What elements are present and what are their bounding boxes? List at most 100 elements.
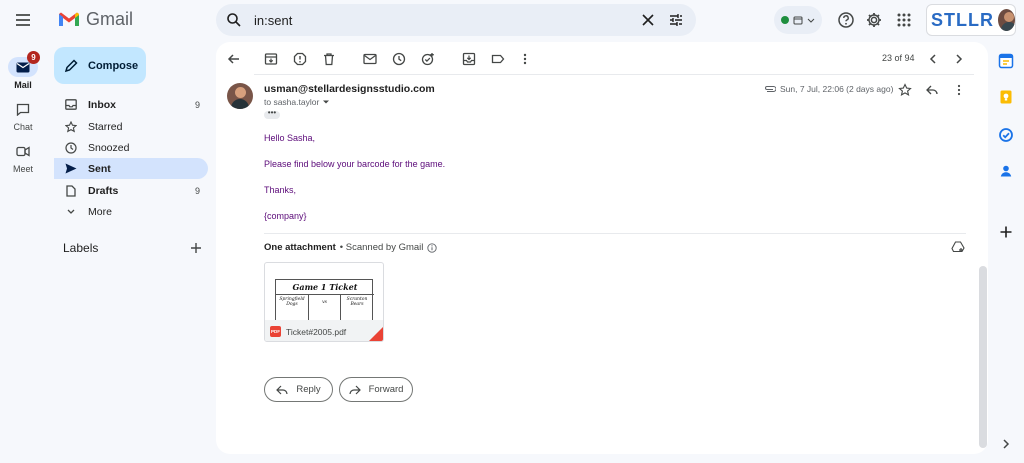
contacts-icon[interactable] bbox=[998, 163, 1014, 179]
settings-gear-icon[interactable] bbox=[864, 10, 884, 30]
date-text: Sun, 7 Jul, 22:06 (2 days ago) bbox=[780, 84, 894, 94]
message-pager: 23 of 94 bbox=[882, 53, 915, 63]
nav-item-label: Inbox bbox=[88, 98, 116, 111]
rail-meet-label: Meet bbox=[12, 164, 33, 174]
message-scrollbar[interactable] bbox=[979, 266, 987, 448]
nav-item-label: Drafts bbox=[88, 184, 119, 197]
body-line: Please find below your barcode for the g… bbox=[264, 159, 446, 169]
nav-item-starred[interactable]: Starred bbox=[54, 116, 208, 137]
scanned-note: • Scanned by Gmail bbox=[339, 242, 424, 253]
add-label-icon[interactable] bbox=[189, 241, 203, 255]
pencil-icon bbox=[64, 58, 78, 73]
attachment-card[interactable]: Game 1 Ticket Springfield Dogs vs Scrant… bbox=[264, 262, 384, 342]
toolbar-divider bbox=[254, 74, 974, 75]
inbox-count: 9 bbox=[194, 99, 200, 110]
rail-chat[interactable]: Chat bbox=[0, 99, 46, 132]
brand-logo: STLLR bbox=[931, 9, 994, 30]
compose-button[interactable]: Compose bbox=[54, 47, 146, 84]
gmail-logo[interactable]: Gmail bbox=[58, 9, 133, 30]
report-spam-icon[interactable] bbox=[292, 51, 308, 67]
body-line: Thanks, bbox=[264, 185, 297, 195]
active-status-dot bbox=[781, 16, 789, 24]
reply-label: Reply bbox=[296, 384, 321, 395]
attachment-divider bbox=[264, 233, 966, 234]
clear-search-icon[interactable] bbox=[640, 12, 656, 28]
search-bar[interactable] bbox=[216, 4, 696, 36]
newer-chevron-left-icon[interactable] bbox=[925, 51, 941, 67]
nav-item-drafts[interactable]: Drafts 9 bbox=[54, 180, 208, 201]
add-to-drive-icon[interactable] bbox=[951, 240, 965, 254]
pdf-file-icon: PDF bbox=[270, 326, 281, 337]
ticket-vs: vs bbox=[322, 300, 327, 305]
snooze-clock-icon[interactable] bbox=[391, 51, 407, 67]
add-task-icon[interactable] bbox=[420, 51, 436, 67]
nav-item-inbox[interactable]: Inbox 9 bbox=[54, 94, 208, 115]
keep-notes-icon[interactable] bbox=[998, 89, 1014, 105]
nav-item-sent[interactable]: Sent bbox=[54, 158, 208, 179]
nav-item-more[interactable]: More bbox=[54, 201, 208, 222]
forward-button[interactable]: Forward bbox=[339, 377, 413, 402]
back-arrow-icon[interactable] bbox=[226, 51, 242, 67]
show-trimmed-content-button[interactable]: ••• bbox=[264, 109, 280, 119]
calendar-icon[interactable] bbox=[998, 53, 1014, 69]
calendar-status-icon bbox=[793, 15, 803, 25]
tasks-icon[interactable] bbox=[998, 127, 1014, 143]
attachment-clip-icon bbox=[764, 85, 776, 93]
drafts-count: 9 bbox=[194, 185, 200, 196]
search-options-icon[interactable] bbox=[668, 12, 684, 28]
nav-item-label: Sent bbox=[88, 162, 111, 175]
nav-item-snoozed[interactable]: Snoozed bbox=[54, 137, 208, 158]
caret-down-icon bbox=[322, 99, 330, 105]
rail-mail-label: Mail bbox=[14, 80, 32, 90]
sender-avatar[interactable] bbox=[227, 83, 253, 109]
reply-button[interactable]: Reply bbox=[264, 377, 333, 402]
compose-label: Compose bbox=[88, 59, 139, 72]
rail-chat-label: Chat bbox=[13, 122, 33, 132]
pdf-corner-fold bbox=[369, 327, 383, 341]
body-line: Hello Sasha, bbox=[264, 133, 316, 143]
draft-file-icon bbox=[64, 184, 78, 197]
labels-heading: Labels bbox=[63, 241, 99, 255]
recipient-text: to sasha.taylor bbox=[264, 97, 320, 107]
forward-label: Forward bbox=[368, 384, 404, 395]
label-tag-icon[interactable] bbox=[490, 51, 506, 67]
nav-item-label: Starred bbox=[88, 120, 123, 133]
ticket-home-team: Springfield Dogs bbox=[279, 297, 305, 307]
sender-email[interactable]: usman@stellardesignsstudio.com bbox=[264, 83, 435, 95]
app-name: Gmail bbox=[86, 9, 134, 29]
star-icon bbox=[64, 120, 78, 133]
search-icon[interactable] bbox=[226, 12, 242, 28]
more-options-icon[interactable] bbox=[517, 51, 533, 67]
reply-icon bbox=[276, 385, 288, 395]
move-to-icon[interactable] bbox=[461, 51, 477, 67]
ticket-away-team: Scranton Bears bbox=[346, 297, 368, 307]
inbox-icon bbox=[64, 99, 78, 110]
expand-side-panel-icon[interactable] bbox=[998, 436, 1014, 452]
gmail-logo-icon bbox=[59, 12, 79, 26]
nav-item-label: Snoozed bbox=[88, 141, 130, 154]
attachment-footer: PDF Ticket#2005.pdf bbox=[265, 320, 383, 341]
forward-icon bbox=[348, 385, 361, 395]
star-message-icon[interactable] bbox=[898, 83, 912, 97]
rail-mail[interactable]: 9 Mail bbox=[0, 51, 46, 90]
video-camera-icon bbox=[8, 141, 38, 161]
search-input[interactable] bbox=[254, 10, 634, 30]
reply-arrow-icon[interactable] bbox=[925, 83, 939, 97]
account-switcher[interactable]: STLLR bbox=[926, 4, 1016, 36]
mark-unread-icon[interactable] bbox=[362, 51, 378, 67]
message-more-icon[interactable] bbox=[952, 83, 966, 97]
ticket-title: Game 1 Ticket bbox=[292, 282, 358, 292]
apps-grid-icon[interactable] bbox=[894, 10, 914, 30]
older-chevron-right-icon[interactable] bbox=[951, 51, 967, 67]
delete-trash-icon[interactable] bbox=[321, 51, 337, 67]
add-addon-icon[interactable] bbox=[998, 224, 1014, 240]
main-menu-icon[interactable] bbox=[12, 9, 34, 31]
info-icon[interactable] bbox=[427, 242, 438, 253]
help-icon[interactable] bbox=[836, 10, 856, 30]
status-selector[interactable] bbox=[774, 6, 822, 34]
archive-icon[interactable] bbox=[263, 51, 279, 67]
ticket-preview: Game 1 Ticket Springfield Dogs vs Scrant… bbox=[275, 279, 374, 326]
rail-meet[interactable]: Meet bbox=[0, 141, 46, 174]
recipient-line[interactable]: to sasha.taylor bbox=[264, 97, 330, 107]
attachment-count: One attachment bbox=[264, 242, 336, 253]
